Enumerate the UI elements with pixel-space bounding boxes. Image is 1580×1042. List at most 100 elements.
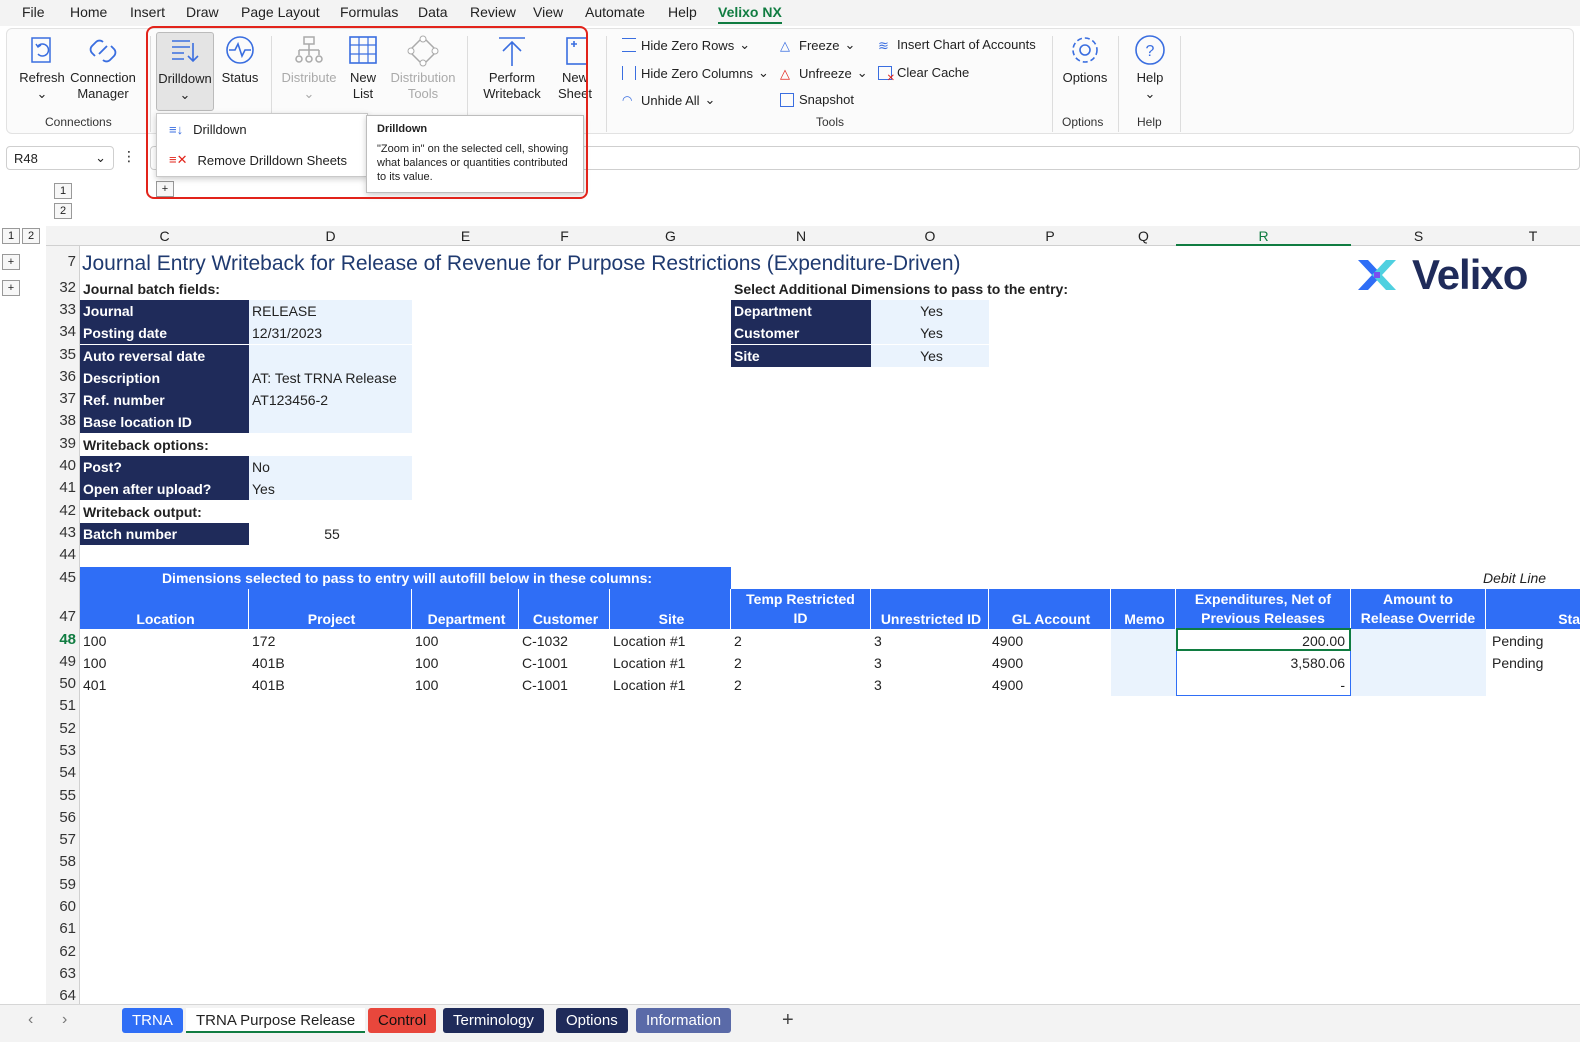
row-header[interactable]: 42: [46, 502, 76, 519]
ref-number-value[interactable]: AT123456-2: [249, 389, 412, 411]
col-header[interactable]: T: [1486, 228, 1580, 244]
row-header[interactable]: 51: [46, 697, 76, 714]
auto-reversal-value[interactable]: [249, 345, 412, 367]
perform-writeback-button[interactable]: Perform Writeback: [474, 34, 550, 102]
menu-draw[interactable]: Draw: [186, 4, 219, 20]
row-header[interactable]: 60: [46, 898, 76, 915]
col-header[interactable]: E: [412, 228, 519, 244]
scroll-right-icon[interactable]: ›: [62, 1011, 67, 1029]
cell-site[interactable]: Location #1: [610, 652, 731, 674]
customer-dim-value[interactable]: Yes: [871, 322, 989, 344]
cell-unres[interactable]: 3: [871, 652, 989, 674]
menu-help[interactable]: Help: [668, 4, 697, 20]
name-box[interactable]: R48 ⌄: [6, 146, 114, 170]
menu-view[interactable]: View: [533, 4, 563, 20]
new-sheet-button[interactable]: New Sheet: [550, 34, 600, 102]
cell-cust[interactable]: C-1001: [519, 674, 610, 696]
cell-gl[interactable]: 4900: [989, 674, 1111, 696]
cell-cust[interactable]: C-1001: [519, 652, 610, 674]
row-header[interactable]: 63: [46, 965, 76, 982]
cell-site[interactable]: Location #1: [610, 630, 731, 652]
row-header[interactable]: 33: [46, 301, 76, 318]
tab-information[interactable]: Information: [636, 1008, 732, 1033]
cell-loc[interactable]: 100: [80, 630, 249, 652]
help-button[interactable]: ? Help ⌄: [1128, 34, 1172, 102]
menu-review[interactable]: Review: [470, 4, 516, 20]
row-header[interactable]: 61: [46, 920, 76, 937]
row-header[interactable]: 62: [46, 943, 76, 960]
menu-formulas[interactable]: Formulas: [340, 4, 398, 20]
row-header[interactable]: 41: [46, 479, 76, 496]
col-header[interactable]: O: [871, 228, 989, 244]
col-header[interactable]: N: [731, 228, 871, 244]
col-header[interactable]: C: [80, 228, 249, 244]
row-header[interactable]: 37: [46, 390, 76, 407]
posting-date-value[interactable]: 12/31/2023: [249, 322, 412, 344]
col-header[interactable]: Q: [1111, 228, 1176, 244]
row-outline-level-1[interactable]: 1: [2, 228, 20, 244]
distribute-button[interactable]: Distribute ⌄: [280, 34, 338, 102]
row-header-selected[interactable]: 48: [46, 631, 76, 648]
cell-temp[interactable]: 2: [731, 674, 871, 696]
journal-value[interactable]: RELEASE: [249, 300, 412, 322]
expand-row-group-icon[interactable]: +: [2, 254, 20, 270]
cell-temp[interactable]: 2: [731, 652, 871, 674]
outline-level-2[interactable]: 2: [54, 203, 72, 219]
status-button[interactable]: Status: [218, 34, 262, 86]
connection-manager-button[interactable]: Connection Manager: [68, 34, 138, 102]
col-header-selected[interactable]: R: [1176, 228, 1351, 246]
row-header[interactable]: 58: [46, 853, 76, 870]
outline-level-1[interactable]: 1: [54, 183, 72, 199]
override-cells[interactable]: [1351, 629, 1486, 696]
snapshot-button[interactable]: Snapshot: [780, 92, 854, 107]
refresh-button[interactable]: Refresh ⌄: [18, 34, 66, 102]
row-header[interactable]: 56: [46, 809, 76, 826]
cell-dept[interactable]: 100: [412, 652, 519, 674]
cell-gl[interactable]: 4900: [989, 630, 1111, 652]
row-header[interactable]: 36: [46, 368, 76, 385]
expand-icon[interactable]: +: [156, 181, 174, 197]
col-header[interactable]: P: [989, 228, 1111, 244]
cell-proj[interactable]: 401B: [249, 674, 412, 696]
expand-row-group-icon[interactable]: +: [2, 280, 20, 296]
cell-dept[interactable]: 100: [412, 674, 519, 696]
tab-options[interactable]: Options: [556, 1008, 628, 1033]
col-header[interactable]: S: [1351, 228, 1486, 244]
row-header[interactable]: 39: [46, 435, 76, 452]
clear-cache-button[interactable]: ✕ Clear Cache: [878, 65, 969, 84]
menu-automate[interactable]: Automate: [585, 4, 645, 20]
row-header[interactable]: 64: [46, 987, 76, 1004]
row-header[interactable]: 32: [46, 279, 76, 296]
menu-velixo-nx[interactable]: Velixo NX: [718, 4, 782, 24]
description-value[interactable]: AT: Test TRNA Release: [249, 367, 412, 389]
cell-cust[interactable]: C-1032: [519, 630, 610, 652]
freeze-button[interactable]: △ Freeze ⌄: [780, 37, 855, 53]
row-header[interactable]: 43: [46, 524, 76, 541]
distribution-tools-button[interactable]: Distribution Tools: [386, 34, 460, 102]
department-dim-value[interactable]: Yes: [871, 300, 989, 322]
site-dim-value[interactable]: Yes: [871, 345, 989, 367]
tab-trna[interactable]: TRNA: [122, 1008, 183, 1033]
cell-temp[interactable]: 2: [731, 630, 871, 652]
menu-item-remove-drilldown[interactable]: ≡✕ Remove Drilldown Sheets: [169, 152, 347, 168]
drilldown-button[interactable]: Drilldown ⌄: [156, 32, 214, 111]
col-header[interactable]: F: [519, 228, 610, 244]
col-header[interactable]: G: [610, 228, 731, 244]
menu-data[interactable]: Data: [418, 4, 448, 20]
row-header[interactable]: 59: [46, 876, 76, 893]
cell-status[interactable]: Pending: [1486, 630, 1580, 652]
post-value[interactable]: No: [249, 456, 412, 478]
row-header[interactable]: 49: [46, 653, 76, 670]
cell-loc[interactable]: 100: [80, 652, 249, 674]
row-header[interactable]: 34: [46, 323, 76, 340]
open-after-upload-value[interactable]: Yes: [249, 478, 412, 500]
row-header[interactable]: 50: [46, 675, 76, 692]
menu-home[interactable]: Home: [70, 4, 107, 20]
cell-gl[interactable]: 4900: [989, 652, 1111, 674]
cell-proj[interactable]: 401B: [249, 652, 412, 674]
selected-cell[interactable]: [1176, 628, 1351, 651]
row-header[interactable]: 47: [46, 608, 76, 625]
base-location-value[interactable]: [249, 411, 412, 433]
row-header[interactable]: 52: [46, 720, 76, 737]
row-header[interactable]: 55: [46, 787, 76, 804]
